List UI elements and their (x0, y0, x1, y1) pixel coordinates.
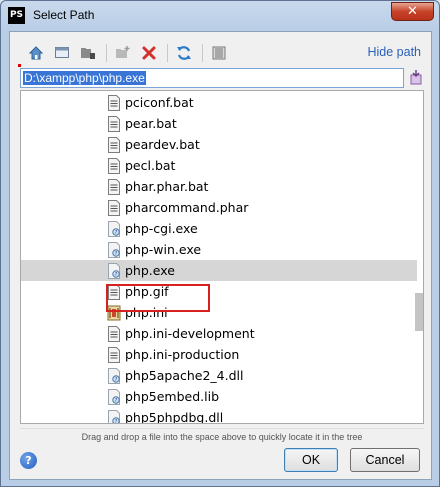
tree-row[interactable]: php.gif (21, 281, 417, 302)
desktop-icon[interactable] (52, 43, 72, 63)
tree-row[interactable]: ? php.exe (21, 260, 417, 281)
tree-row[interactable]: pecl.bat (21, 155, 417, 176)
show-hidden-icon[interactable] (209, 43, 229, 63)
unknown-file-icon: ? (107, 410, 121, 424)
text-file-icon (107, 200, 121, 216)
focus-mark (18, 64, 21, 67)
toolbar (26, 42, 235, 64)
close-button[interactable]: ✕ (391, 2, 434, 21)
tree-row[interactable]: php.ini-production (21, 344, 417, 365)
annotation-highlight (106, 284, 210, 312)
tree-row-label: pecl.bat (125, 158, 176, 173)
hide-path-link[interactable]: Hide path (367, 45, 421, 59)
unknown-file-icon: ? (107, 389, 121, 405)
tree-row[interactable]: ? php5phpdbg.dll (21, 407, 417, 424)
text-file-icon (107, 347, 121, 363)
delete-icon[interactable] (139, 43, 159, 63)
path-input-value[interactable]: D:\xampp\php\php.exe (23, 71, 146, 85)
tree-row[interactable]: pear.bat (21, 113, 417, 134)
dialog-window: PS Select Path ✕ Hide path D:\xampp\php\… (0, 0, 440, 487)
window-title: Select Path (33, 8, 95, 22)
svg-text:?: ? (115, 230, 118, 236)
tree-row[interactable]: pharcommand.phar (21, 197, 417, 218)
tree-row-label: pear.bat (125, 116, 177, 131)
tree-row-label: php.exe (125, 263, 175, 278)
svg-text:?: ? (115, 398, 118, 404)
ok-button[interactable]: OK (284, 448, 338, 472)
unknown-file-icon: ? (107, 263, 121, 279)
new-folder-icon[interactable] (113, 43, 133, 63)
tree-row-label: pciconf.bat (125, 95, 194, 110)
path-history-icon[interactable] (408, 69, 424, 85)
tree-row-label: peardev.bat (125, 137, 200, 152)
tree-row-label: php.ini-production (125, 347, 240, 362)
toolbar-separator (202, 44, 203, 62)
text-file-icon (107, 179, 121, 195)
toolbar-separator (167, 44, 168, 62)
file-tree[interactable]: pciconf.bat pear.bat peardev.bat pecl.bat ph… (20, 90, 424, 424)
tree-row-label: php-win.exe (125, 242, 202, 257)
refresh-icon[interactable] (174, 43, 194, 63)
dialog-body: Hide path D:\xampp\php\php.exe pciconf.b… (9, 31, 432, 480)
tree-row[interactable]: peardev.bat (21, 134, 417, 155)
svg-text:?: ? (115, 377, 118, 383)
app-icon: PS (8, 7, 25, 24)
toolbar-separator (106, 44, 107, 62)
tree-row-label: php5phpdbg.dll (125, 410, 224, 424)
text-file-icon (107, 137, 121, 153)
tree-row-label: pharcommand.phar (125, 200, 249, 215)
tree-row-label: phar.phar.bat (125, 179, 209, 194)
tree-row-label: php-cgi.exe (125, 221, 198, 236)
unknown-file-icon: ? (107, 221, 121, 237)
svg-text:?: ? (115, 272, 118, 278)
svg-text:?: ? (115, 251, 118, 257)
path-field[interactable]: D:\xampp\php\php.exe (20, 68, 404, 88)
tree-row-label: php5apache2_4.dll (125, 368, 244, 383)
tree-row[interactable]: pciconf.bat (21, 92, 417, 113)
cancel-button[interactable]: Cancel (350, 448, 420, 472)
unknown-file-icon: ? (107, 242, 121, 258)
text-file-icon (107, 116, 121, 132)
tree-row-label: php5embed.lib (125, 389, 220, 404)
home-icon[interactable] (26, 43, 46, 63)
text-file-icon (107, 326, 121, 342)
help-button[interactable]: ? (20, 452, 37, 469)
project-icon[interactable] (78, 43, 98, 63)
tree-row[interactable]: phar.phar.bat (21, 176, 417, 197)
unknown-file-icon: ? (107, 368, 121, 384)
tree-row[interactable]: php.ini-development (21, 323, 417, 344)
tree-row[interactable]: ? php5apache2_4.dll (21, 365, 417, 386)
tree-row[interactable]: php.ini (21, 302, 417, 323)
svg-text:?: ? (115, 419, 118, 424)
tree-row[interactable]: ? php-win.exe (21, 239, 417, 260)
text-file-icon (107, 95, 121, 111)
tree-row[interactable]: ? php5embed.lib (21, 386, 417, 407)
tree-row[interactable]: ? php-cgi.exe (21, 218, 417, 239)
drag-drop-hint: Drag and drop a file into the space abov… (20, 428, 424, 442)
title-bar[interactable]: PS Select Path ✕ (1, 1, 439, 31)
text-file-icon (107, 158, 121, 174)
tree-row-label: php.ini-development (125, 326, 255, 341)
